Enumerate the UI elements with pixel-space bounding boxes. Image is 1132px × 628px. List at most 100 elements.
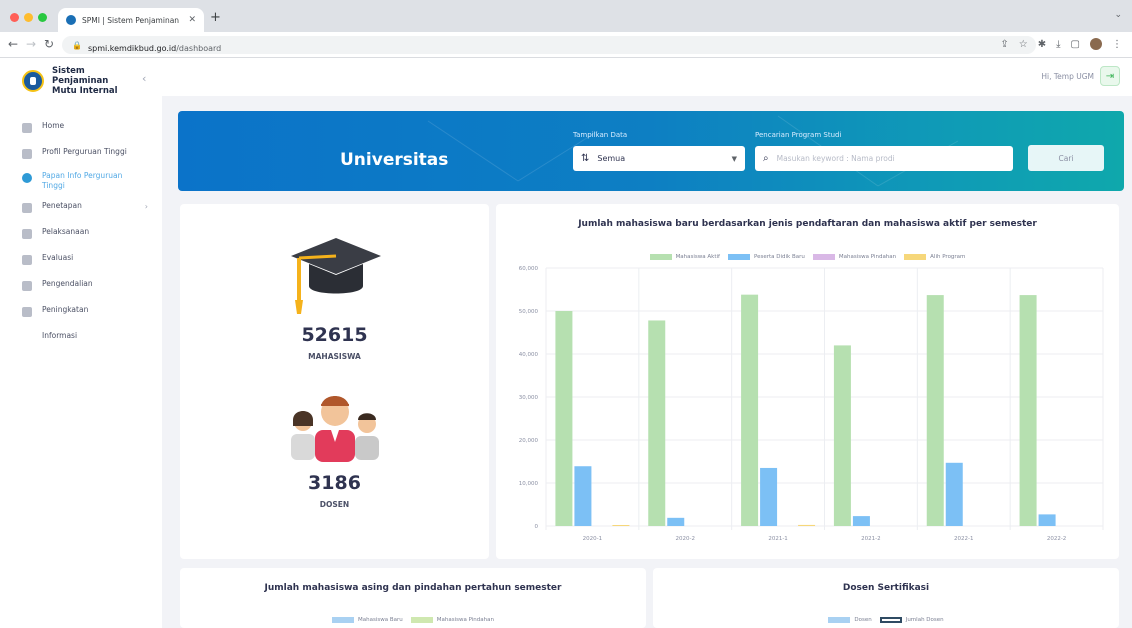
sidebar-item-label: Evaluasi [42, 253, 74, 262]
forward-arrow-icon[interactable]: → [26, 37, 36, 51]
legend-item-mahasiswa-pindahan[interactable]: Mahasiswa Pindahan [410, 617, 494, 623]
x-tick-label: 2020-2 [676, 536, 695, 542]
search-button[interactable]: Cari [1028, 145, 1104, 171]
address-bar: ← → ↻ 🔒 spmi.kemdikbud.go.id/dashboard ⇪… [0, 32, 1132, 58]
sidepanel-icon[interactable]: ▢ [1071, 39, 1080, 50]
reload-icon[interactable]: ↻ [44, 37, 54, 51]
close-window-button[interactable] [10, 13, 19, 22]
sidebar-item-pengendalian[interactable]: Pengendalian [0, 274, 162, 300]
y-tick-label: 20,000 [519, 438, 539, 444]
browser-toolbar: ⇪ ☆ ✱ ⤓ ▢ ⋮ [1000, 38, 1122, 50]
data-filter-value: Semua [597, 154, 626, 163]
home-icon [22, 123, 32, 133]
lecturers-count: 3186 [308, 472, 361, 494]
legend-item-mahasiswa-baru[interactable]: Mahasiswa Baru [331, 617, 403, 623]
bar [833, 345, 851, 526]
collapse-sidebar-chevron-icon[interactable]: ‹ [142, 72, 146, 85]
sidebar-item-evaluasi[interactable]: Evaluasi [0, 248, 162, 274]
certified-lecturers-chart-card: Dosen Sertifikasi Dosen Jumlah Dosen [653, 568, 1119, 628]
bar [555, 311, 573, 526]
bar [760, 467, 778, 526]
bar [798, 524, 816, 526]
sidebar-item-informasi[interactable]: Informasi [0, 326, 162, 352]
lecturers-group-icon [291, 396, 379, 462]
profile-avatar[interactable] [1090, 38, 1102, 50]
back-arrow-icon[interactable]: ← [8, 37, 18, 51]
sidebar-item-label: Informasi [42, 331, 78, 340]
url-host: spmi.kemdikbud.go.id [87, 43, 177, 53]
legend-label: Mahasiswa Pindahan [436, 617, 494, 623]
y-tick-label: 10,000 [519, 481, 539, 487]
bar [612, 525, 630, 526]
foreign-students-chart-card: Jumlah mahasiswa asing dan pindahan pert… [180, 568, 646, 628]
data-filter-select[interactable]: ⇅ Semua ▼ [573, 146, 745, 171]
chart-up-icon [22, 307, 32, 317]
sidebar-item-label: Pengendalian [42, 279, 93, 288]
bar [648, 320, 666, 526]
url-field[interactable]: 🔒 spmi.kemdikbud.go.id/dashboard [62, 36, 1036, 54]
bar [741, 294, 759, 526]
extensions-icon[interactable]: ✱ [1038, 39, 1046, 50]
sidebar-item-profil[interactable]: Profil Perguruan Tinggi [0, 142, 162, 168]
info-icon [22, 333, 32, 343]
logout-icon: ⇥ [1105, 70, 1115, 82]
bookmark-star-icon[interactable]: ☆ [1019, 39, 1028, 50]
x-tick-label: 2022-1 [954, 536, 973, 542]
sidebar-item-peningkatan[interactable]: Peningkatan [0, 300, 162, 326]
sidebar-item-home[interactable]: Home [0, 116, 162, 142]
logout-button[interactable]: ⇥ [1100, 66, 1120, 86]
favicon-icon [66, 15, 76, 25]
legend-item-dosen[interactable]: Dosen [828, 617, 872, 623]
sidebar-item-label: Peningkatan [42, 305, 89, 314]
profile-icon [22, 149, 32, 159]
sidebar-item-penetapan[interactable]: Penetapan › [0, 196, 162, 222]
legend-label: Dosen [854, 617, 872, 623]
new-tab-icon[interactable]: + [210, 10, 221, 25]
share-icon[interactable]: ⇪ [1000, 39, 1008, 50]
legend-swatch [828, 617, 851, 623]
user-greeting: Hi, Temp UGM [1041, 72, 1094, 81]
execution-icon [22, 229, 32, 239]
sidebar-item-label: Profil Perguruan Tinggi [42, 147, 127, 156]
browser-tab-bar: SPMI | Sistem Penjaminan Mu ✕ + ⌄ [0, 0, 1132, 32]
y-tick-label: 30,000 [519, 395, 539, 401]
search-input[interactable] [776, 154, 1005, 163]
legend-swatch [879, 617, 902, 623]
chevron-right-icon: › [144, 202, 148, 211]
chart-title: Dosen Sertifikasi [842, 583, 930, 593]
sidebar-item-label: Penetapan [42, 201, 82, 210]
browser-tab[interactable]: SPMI | Sistem Penjaminan Mu ✕ [58, 8, 204, 32]
tab-list-chevron-icon[interactable]: ⌄ [1114, 10, 1122, 20]
search-label: Pencarian Program Studi [755, 131, 842, 139]
legend-swatch [410, 617, 433, 623]
top-header: Hi, Temp UGM ⇥ [162, 58, 1132, 96]
minimize-window-button[interactable] [24, 13, 33, 22]
close-tab-icon[interactable]: ✕ [188, 15, 196, 25]
filter-banner: Universitas Tampilkan Data ⇅ Semua ▼ Pen… [178, 111, 1124, 191]
y-tick-label: 0 [535, 524, 539, 530]
evaluation-icon [22, 255, 32, 265]
maximize-window-button[interactable] [38, 13, 47, 22]
browser-menu-icon[interactable]: ⋮ [1112, 39, 1122, 50]
y-tick-label: 50,000 [519, 309, 539, 315]
brand[interactable]: Sistem Penjaminan Mutu Internal [22, 66, 142, 96]
sidebar-item-label: Home [42, 121, 65, 130]
legend-label: Jumlah Dosen [905, 617, 944, 623]
chart-legend: Dosen Jumlah Dosen [653, 617, 1119, 623]
sidebar-item-label: Papan Info Perguruan Tinggi [42, 171, 123, 190]
sidebar-item-pelaksanaan[interactable]: Pelaksanaan [0, 222, 162, 248]
y-tick-label: 60,000 [519, 266, 539, 272]
sidebar-item-papan-info[interactable]: Papan Info Perguruan Tinggi [0, 168, 162, 196]
students-label: MAHASISWA [308, 352, 361, 361]
search-field: ⌕ [755, 146, 1013, 171]
url-path: /dashboard [176, 43, 222, 53]
bar [1038, 514, 1056, 526]
lock-icon: 🔒 [72, 40, 82, 50]
chevron-down-icon: ▼ [731, 154, 737, 163]
bar [945, 462, 963, 526]
download-icon[interactable]: ⤓ [1056, 39, 1060, 50]
legend-item-jumlah-dosen[interactable]: Jumlah Dosen [879, 617, 944, 623]
search-icon: ⌕ [763, 153, 769, 164]
info-board-icon [22, 173, 32, 183]
sidebar-menu: Home Profil Perguruan Tinggi Papan Info … [0, 116, 162, 352]
